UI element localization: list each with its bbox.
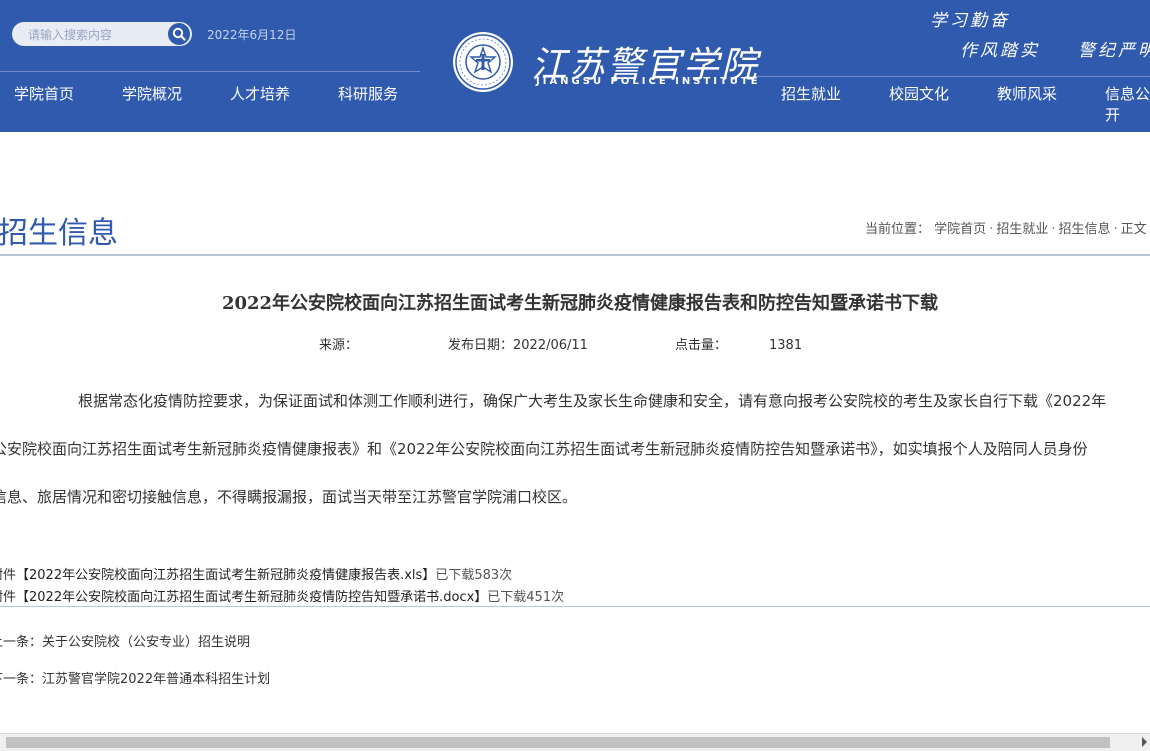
article-views: 点击量： 1381 <box>675 334 802 353</box>
search-icon <box>172 27 186 41</box>
nav-item-teachers[interactable]: 教师风采 <box>997 83 1057 104</box>
download-count: 已下载583次 <box>435 568 513 583</box>
paragraph-line: 根据常态化疫情防控要求，为保证面试和体测工作顺利进行，确保广大考生及家长生命健康… <box>78 392 1107 410</box>
attachment-prefix: 附件 <box>0 568 17 583</box>
paragraph-line: 信息、旅居情况和密切接触信息，不得瞒报漏报，面试当天带至江苏警官学院浦口校区。 <box>0 488 578 506</box>
scroll-right-arrow-icon[interactable] <box>1142 737 1147 747</box>
attachment-prefix: 附件 <box>0 590 17 605</box>
school-seal-icon[interactable] <box>451 30 515 94</box>
next-article-link[interactable]: 江苏警官学院2022年普通本科招生计划 <box>42 672 270 687</box>
attachments-divider <box>0 606 1150 607</box>
nav-item-info[interactable]: 信息公开 <box>1105 83 1150 125</box>
section-title: 招生信息 <box>0 216 118 251</box>
search-input[interactable] <box>26 26 170 44</box>
motto-line: 学习勤奋 <box>930 11 1010 31</box>
nav-item-admission[interactable]: 招生就业 <box>781 83 841 104</box>
prev-label: 上一条： <box>0 635 43 650</box>
header-date: 2022年6月12日 <box>207 28 297 42</box>
attachment-link[interactable]: 【2022年公安院校面向江苏招生面试考生新冠肺炎疫情防控告知暨承诺书.docx】 <box>16 590 487 605</box>
horizontal-scrollbar[interactable] <box>0 733 1150 751</box>
search-button[interactable] <box>168 23 190 45</box>
attachment-item: 附件【2022年公安院校面向江苏招生面试考生新冠肺炎疫情防控告知暨承诺书.doc… <box>0 586 564 605</box>
nav-item-overview[interactable]: 学院概况 <box>122 83 182 104</box>
header-divider-right <box>745 76 1150 77</box>
views-value: 1381 <box>769 338 803 353</box>
date-label: 发布日期： <box>448 338 514 353</box>
article-date: 发布日期：2022/06/11 <box>448 334 588 353</box>
source-label: 来源： <box>319 338 359 353</box>
section-divider <box>0 254 1150 256</box>
logo-english-name: JIANGSU POLICE INSTITUTE <box>536 76 761 87</box>
next-label: 下一条： <box>0 672 43 687</box>
article-title: 2022年公安院校面向江苏招生面试考生新冠肺炎疫情健康报告表和防控告知暨承诺书下… <box>221 293 939 314</box>
breadcrumb-current: 正文 <box>1120 222 1147 237</box>
article-source: 来源： <box>319 334 358 353</box>
motto-line: 作风踏实 <box>960 41 1040 61</box>
paragraph-line: 公安院校面向江苏招生面试考生新冠肺炎疫情健康报表》和《2022年公安院校面向江苏… <box>0 440 1088 458</box>
scrollbar-thumb[interactable] <box>6 737 1110 748</box>
header-divider-left <box>0 71 420 72</box>
nav-item-research[interactable]: 科研服务 <box>338 83 398 104</box>
breadcrumb-separator: · <box>1051 222 1056 237</box>
prev-article: 上一条：关于公安院校（公安专业）招生说明 <box>0 631 250 650</box>
breadcrumb-label: 当前位置： <box>865 222 931 237</box>
prev-article-link[interactable]: 关于公安院校（公安专业）招生说明 <box>42 635 250 650</box>
breadcrumb-link-home[interactable]: 学院首页 <box>934 222 986 237</box>
breadcrumb: 当前位置： 学院首页 · 招生就业 · 招生信息 · 正文 <box>865 218 1147 237</box>
views-label: 点击量： <box>675 338 728 353</box>
attachment-item: 附件【2022年公安院校面向江苏招生面试考生新冠肺炎疫情健康报告表.xls】已下… <box>0 564 512 583</box>
breadcrumb-separator: · <box>989 222 994 237</box>
nav-item-education[interactable]: 人才培养 <box>230 83 290 104</box>
download-count: 已下载451次 <box>487 590 565 605</box>
nav-item-campus[interactable]: 校园文化 <box>889 83 949 104</box>
attachment-link[interactable]: 【2022年公安院校面向江苏招生面试考生新冠肺炎疫情健康报告表.xls】 <box>16 568 435 583</box>
date-value: 2022/06/11 <box>513 338 588 353</box>
breadcrumb-link-admission[interactable]: 招生就业 <box>996 222 1048 237</box>
nav-item-home[interactable]: 学院首页 <box>14 83 74 104</box>
breadcrumb-separator: · <box>1113 222 1118 237</box>
search-box <box>12 22 192 46</box>
next-article: 下一条：江苏警官学院2022年普通本科招生计划 <box>0 668 270 687</box>
breadcrumb-link-info[interactable]: 招生信息 <box>1058 222 1110 237</box>
site-header: 2022年6月12日 学院首页 学院概况 人才培养 科研服务 招生就业 校园文化… <box>0 0 1150 132</box>
motto-line: 警纪严明 <box>1078 41 1150 61</box>
